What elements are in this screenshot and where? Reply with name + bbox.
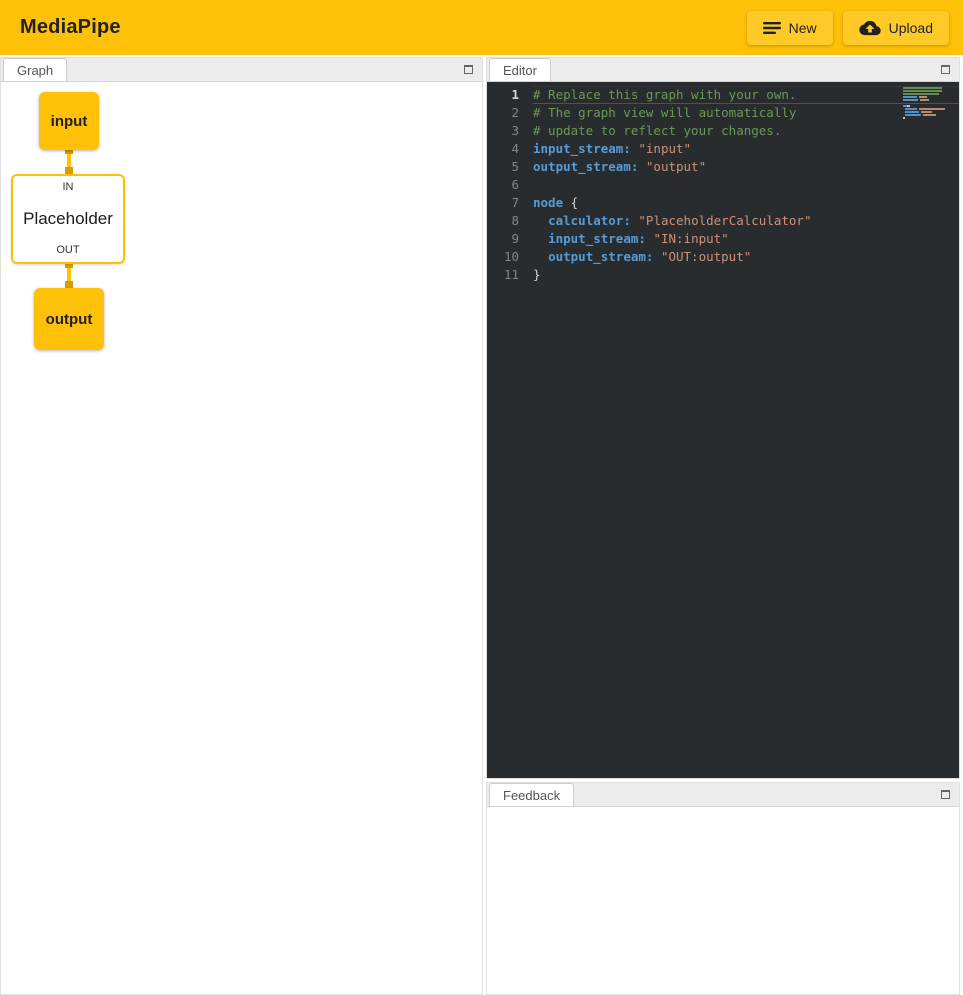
- input-stream-node[interactable]: input: [39, 92, 99, 150]
- new-button[interactable]: New: [747, 11, 833, 45]
- graph-tab[interactable]: Graph: [3, 58, 67, 81]
- editor-tabstrip: Editor: [487, 58, 959, 82]
- graph-tab-label: Graph: [17, 63, 53, 78]
- minimap[interactable]: [903, 87, 951, 120]
- upload-button-label: Upload: [889, 20, 933, 36]
- in-port-label: IN: [63, 181, 74, 193]
- input-node-label: input: [51, 113, 88, 130]
- menu-lines-icon: [763, 21, 781, 35]
- main-area: Graph input IN Placeholder OUT output: [0, 57, 963, 995]
- feedback-maximize-icon[interactable]: [941, 790, 950, 799]
- feedback-body: [487, 807, 959, 994]
- out-port-label: OUT: [56, 244, 79, 256]
- feedback-tab-label: Feedback: [503, 788, 560, 803]
- graph-maximize-icon[interactable]: [464, 65, 473, 74]
- placeholder-node-label: Placeholder: [23, 209, 113, 229]
- code-lines: # Replace this graph with your own.# The…: [533, 86, 959, 778]
- editor-tab[interactable]: Editor: [489, 58, 551, 81]
- new-button-label: New: [789, 20, 817, 36]
- graph-canvas[interactable]: input IN Placeholder OUT output: [1, 82, 482, 994]
- editor-panel: Editor 1234567891011 # Replace this grap…: [486, 57, 960, 779]
- app-header: MediaPipe New Upload: [0, 0, 963, 55]
- code-editor[interactable]: 1234567891011 # Replace this graph with …: [487, 82, 959, 778]
- right-column: Editor 1234567891011 # Replace this grap…: [486, 57, 960, 995]
- feedback-panel: Feedback: [486, 782, 960, 995]
- placeholder-calculator-node[interactable]: IN Placeholder OUT: [11, 174, 125, 264]
- graph-tabstrip: Graph: [1, 58, 482, 82]
- line-numbers: 1234567891011: [487, 86, 533, 778]
- cloud-upload-icon: [859, 20, 881, 36]
- output-node-label: output: [46, 311, 93, 328]
- header-buttons: New Upload: [747, 11, 949, 45]
- app-title: MediaPipe: [20, 16, 121, 39]
- feedback-tab[interactable]: Feedback: [489, 783, 574, 806]
- editor-tab-label: Editor: [503, 63, 537, 78]
- editor-maximize-icon[interactable]: [941, 65, 950, 74]
- upload-button[interactable]: Upload: [843, 11, 949, 45]
- output-stream-node[interactable]: output: [34, 288, 104, 350]
- graph-panel: Graph input IN Placeholder OUT output: [0, 57, 483, 995]
- feedback-tabstrip: Feedback: [487, 783, 959, 807]
